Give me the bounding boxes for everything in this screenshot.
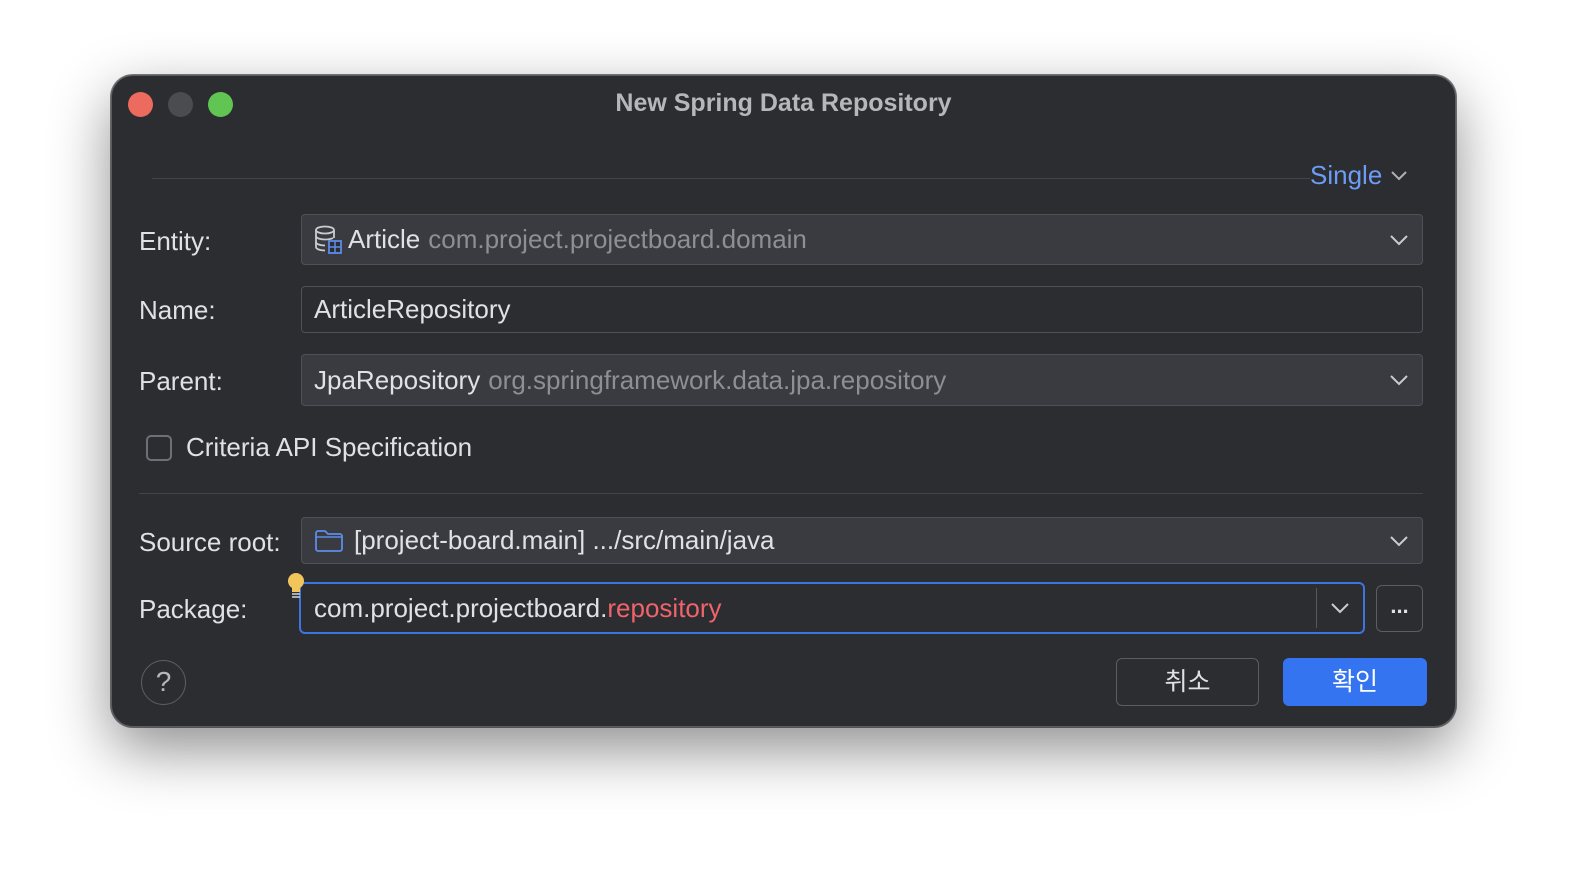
section-separator [139,493,1423,494]
name-input[interactable]: ArticleRepository [301,286,1423,333]
mode-label: Single [1310,160,1383,190]
entity-select[interactable]: Article com.project.projectboard.domain [301,214,1423,265]
source-root-select[interactable]: [project-board.main] .../src/main/java [301,517,1423,564]
lightbulb-icon[interactable] [285,572,307,602]
chevron-down-icon [1390,375,1408,386]
name-label: Name: [139,295,216,325]
parent-package: org.springframework.data.jpa.repository [488,364,947,395]
parent-name: JpaRepository [314,364,481,395]
help-button[interactable]: ? [141,660,186,705]
source-root-label: Source root: [139,527,281,557]
entity-name: Article [348,224,421,254]
entity-label: Entity: [139,226,212,256]
chevron-down-icon [1391,170,1407,180]
entity-package: com.project.projectboard.domain [428,224,807,254]
package-divider [1316,588,1317,628]
mode-dropdown[interactable]: Single [1310,160,1408,191]
parent-select[interactable]: JpaRepository org.springframework.data.j… [301,354,1423,406]
name-value: ArticleRepository [314,294,511,324]
package-prefix: com.project.projectboard. [314,592,608,623]
database-entity-icon [315,225,342,254]
criteria-label[interactable]: Criteria API Specification [186,432,472,463]
browse-package-button[interactable]: ... [1376,585,1423,632]
parent-label: Parent: [139,366,223,396]
chevron-down-icon[interactable] [1329,601,1351,615]
source-root-value: [project-board.main] .../src/main/java [354,525,775,555]
ok-button[interactable]: 확인 [1283,658,1427,706]
dialog-window: New Spring Data Repository Single Entity… [111,75,1456,727]
chevron-down-icon [1390,535,1408,546]
package-highlight: repository [607,592,722,623]
chevron-down-icon [1390,234,1408,245]
cancel-button[interactable]: 취소 [1116,658,1259,706]
top-separator [152,178,1310,179]
package-input[interactable]: com.project.projectboard. repository [299,582,1365,634]
folder-icon [315,529,343,552]
dialog-title: New Spring Data Repository [615,89,952,117]
criteria-checkbox[interactable] [146,435,172,461]
package-label: Package: [139,594,248,624]
